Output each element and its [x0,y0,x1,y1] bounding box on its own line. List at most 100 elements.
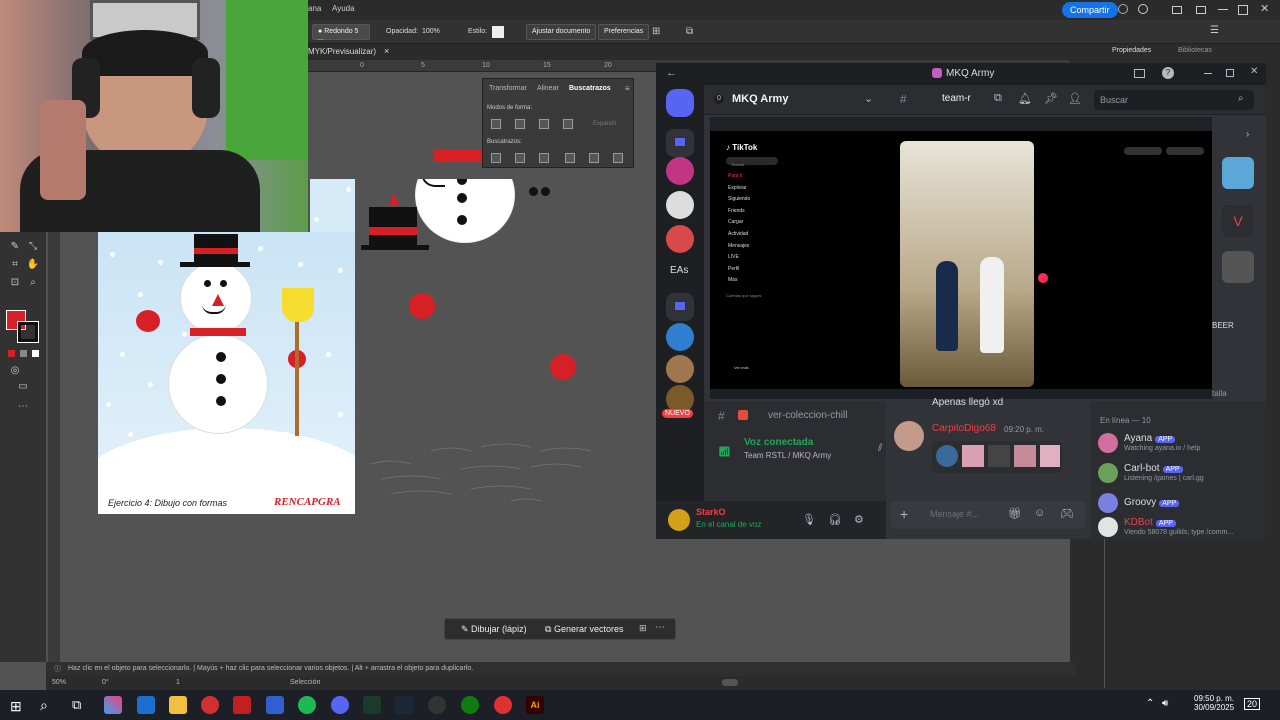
illustrator-icon[interactable]: Ai [526,696,544,714]
bell-icon[interactable] [1118,4,1128,14]
zoom-level[interactable]: 50% [52,679,66,686]
screen-mode-icon[interactable]: ▭ [16,380,30,394]
minimize-icon[interactable] [1204,73,1212,74]
merge-icon[interactable] [539,153,549,163]
guild-icon[interactable] [666,89,694,117]
server-name[interactable]: MKQ Army [732,93,788,105]
color-mode-icon[interactable] [8,350,15,357]
members-icon[interactable]: 👤︎ [1068,92,1082,105]
pin-icon[interactable]: ⊞ [639,623,647,634]
artboard-snowman[interactable]: Ejercicio 4: Dibujo con formas RENCAPGRA [98,232,355,514]
artboard-workspace[interactable] [361,179,619,514]
guild-label-eas[interactable]: EAs [670,265,688,276]
side-thumbnail[interactable] [1222,157,1254,189]
chevron-right-icon[interactable]: › [1246,129,1249,140]
threads-icon[interactable]: ⧉ [994,92,1002,105]
arrange-icon[interactable]: ⊞ [652,26,660,37]
maximize-icon[interactable] [1238,5,1248,15]
member-item[interactable]: KDBot APP Viendo 58078 guilds; type /comm… [1090,515,1266,539]
align-icon[interactable]: ⧉ [686,26,693,37]
app-icon[interactable] [428,696,446,714]
windows-start-icon[interactable]: ⊞ [10,698,22,715]
style-swatch[interactable] [492,26,504,38]
pencil-tool-icon[interactable]: ✎ [8,240,22,254]
close-icon[interactable]: ✕ [1250,66,1258,77]
menu-help[interactable]: Ayuda [332,4,355,13]
intersect-icon[interactable] [539,119,549,129]
app-icon[interactable] [266,696,284,714]
add-attachment-icon[interactable]: + [900,506,908,522]
discord-icon[interactable] [331,696,349,714]
generate-vectors-button[interactable]: ⧉ Generar vectores [545,624,623,635]
exclude-icon[interactable] [563,119,573,129]
unite-icon[interactable] [491,119,501,129]
tab-close-icon[interactable]: × [384,46,389,56]
avatar[interactable] [894,421,924,451]
preferences-button[interactable]: Preferencias [598,24,650,40]
scale-tool-icon[interactable]: ⤡ [26,240,40,254]
stroke-swatch[interactable] [17,321,39,343]
help-icon[interactable]: ? [1162,67,1174,79]
maximize-icon[interactable] [1226,69,1234,77]
horizontal-scrollbar[interactable] [722,679,738,686]
copilot-icon[interactable] [104,696,122,714]
clock[interactable]: 09:50 p. m. 30/09/2025 [1194,694,1234,712]
settings-gear-icon[interactable]: ⚙ [854,513,864,526]
outline-icon[interactable] [589,153,599,163]
file-explorer-icon[interactable] [169,696,187,714]
screen-share-stream[interactable]: ♪ TikTok Buscar Para ti Explorar Siguien… [710,117,1212,399]
emoji-icon[interactable]: ☺ [1034,507,1045,519]
message-author[interactable]: CarpitoDigo68 [932,423,996,434]
more-tools-icon[interactable]: ⋯ [16,400,30,414]
restore-icon[interactable] [1196,6,1206,14]
share-button[interactable]: Compartir [1062,2,1118,18]
sticker[interactable] [936,445,958,467]
draw-pencil-button[interactable]: ✎ Dibujar (lápiz) [461,624,527,635]
sticker[interactable] [1040,445,1060,467]
eyedropper-icon[interactable]: ⌗ [8,258,22,272]
tab-properties[interactable]: Propiedades [1112,47,1151,54]
guild-folder-icon[interactable] [666,129,694,157]
search-icon[interactable]: ⌕ [40,697,48,714]
xbox-icon[interactable] [461,696,479,714]
apps-icon[interactable]: 🎮︎ [1060,507,1074,520]
artboard-number[interactable]: 1 [176,679,180,686]
notification-count[interactable]: 20 [1244,698,1261,710]
steam-icon[interactable] [395,696,413,714]
document-tab[interactable]: MYK/Previsualizar) [308,47,376,56]
search-icon[interactable] [1138,4,1148,14]
minus-back-icon[interactable] [613,153,623,163]
gift-icon[interactable]: 🎁︎ [1008,507,1022,520]
tab-align[interactable]: Alinear [537,85,559,92]
artboard-partial[interactable] [310,179,355,232]
gradient-mode-icon[interactable] [20,350,27,357]
pin-icon[interactable]: 📌︎ [1044,92,1058,105]
back-arrow-icon[interactable]: ← [666,67,677,79]
sticker[interactable] [988,445,1010,467]
divide-icon[interactable] [491,153,501,163]
voice-location[interactable]: Team RSTL / MKQ Army [744,451,831,460]
expand-button[interactable]: Expandir [593,121,617,127]
valorant-icon[interactable]: V [1222,205,1254,237]
guild-icon[interactable] [666,191,694,219]
tab-transform[interactable]: Transformar [489,85,527,92]
crop-icon[interactable] [565,153,575,163]
outlook-icon[interactable] [137,696,155,714]
opera-icon[interactable] [201,696,219,714]
guild-icon[interactable] [666,323,694,351]
volume-icon[interactable]: 🔊︎ [1162,698,1168,709]
minus-front-icon[interactable] [515,119,525,129]
sticker[interactable] [1014,445,1036,467]
hand-tool-icon[interactable]: ✋ [26,258,40,272]
layout-icon[interactable] [1172,6,1182,14]
inbox-icon[interactable] [1134,69,1145,78]
app-icon[interactable] [494,696,512,714]
guild-icon[interactable] [666,225,694,253]
guild-folder-icon[interactable] [666,293,694,321]
artboard-tool-icon[interactable]: ⊡ [8,276,22,290]
task-view-icon[interactable]: ⧉ [72,697,81,713]
microphone-icon[interactable]: 🎙︎ [802,513,816,526]
zoom-tool-icon[interactable]: ⌕ [26,276,40,290]
more-options-icon[interactable]: ⋯ [655,622,665,633]
tab-libraries[interactable]: Bibliotecas [1178,47,1212,54]
